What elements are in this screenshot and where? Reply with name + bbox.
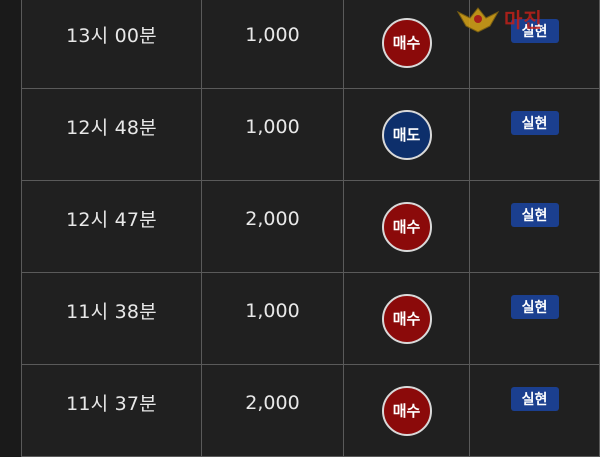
side-cell: 매도 <box>343 88 470 181</box>
status-badge: 실현 <box>510 386 559 411</box>
side-cell: 매수 <box>343 272 470 365</box>
trade-time: 11시 37분 <box>66 393 157 415</box>
trade-time: 13시 00분 <box>66 25 157 47</box>
status-badge: 실현 <box>510 294 559 319</box>
trade-time: 12시 47분 <box>66 209 157 231</box>
status-cell: 실현 <box>469 88 600 181</box>
trade-time: 11시 38분 <box>66 301 157 323</box>
trade-history-table: 13시 00분 1,000 매수 실현 12시 48분 1,000 매도 실현 … <box>21 0 600 457</box>
status-cell: 실현 <box>469 180 600 273</box>
side-cell: 매수 <box>343 364 470 457</box>
time-cell: 12시 48분 <box>21 88 202 181</box>
trade-quantity: 2,000 <box>245 391 300 414</box>
buy-badge: 매수 <box>381 293 432 344</box>
quantity-cell: 1,000 <box>201 0 344 89</box>
status-badge: 실현 <box>510 202 559 227</box>
time-cell: 12시 47분 <box>21 180 202 273</box>
side-cell: 매수 <box>343 180 470 273</box>
buy-badge: 매수 <box>381 385 432 436</box>
side-cell: 매수 <box>343 0 470 89</box>
quantity-cell: 1,000 <box>201 272 344 365</box>
trade-time: 12시 48분 <box>66 117 157 139</box>
buy-badge: 매수 <box>381 17 432 68</box>
time-cell: 13시 00분 <box>21 0 202 89</box>
status-badge: 실현 <box>510 110 559 135</box>
table-row: 12시 48분 1,000 매도 실현 <box>21 88 600 181</box>
trade-quantity: 1,000 <box>245 23 300 46</box>
time-cell: 11시 37분 <box>21 364 202 457</box>
time-cell: 11시 38분 <box>21 272 202 365</box>
status-cell: 실현 <box>469 272 600 365</box>
table-row: 11시 37분 2,000 매수 실현 <box>21 364 600 457</box>
quantity-cell: 2,000 <box>201 364 344 457</box>
status-cell: 실현 <box>469 364 600 457</box>
buy-badge: 매수 <box>381 201 432 252</box>
trade-quantity: 1,000 <box>245 299 300 322</box>
eagle-logo-icon <box>456 7 500 33</box>
trade-quantity: 1,000 <box>245 115 300 138</box>
quantity-cell: 1,000 <box>201 88 344 181</box>
site-watermark: 마진 <box>456 4 592 40</box>
sell-badge: 매도 <box>381 109 432 160</box>
quantity-cell: 2,000 <box>201 180 344 273</box>
table-row: 12시 47분 2,000 매수 실현 <box>21 180 600 273</box>
trade-quantity: 2,000 <box>245 207 300 230</box>
watermark-logo-text: 마진 <box>504 8 543 32</box>
table-row: 11시 38분 1,000 매수 실현 <box>21 272 600 365</box>
